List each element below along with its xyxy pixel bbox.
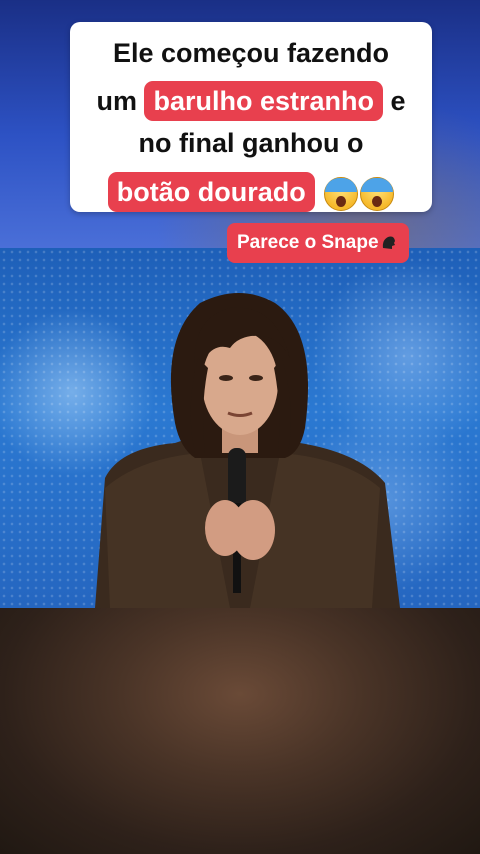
blurred-bottom-background bbox=[0, 608, 480, 854]
screaming-face-icon bbox=[324, 176, 359, 211]
caption-line-2-prefix: um bbox=[96, 86, 137, 116]
caption-card: Ele começou fazendo um barulho estranho … bbox=[70, 22, 432, 212]
snape-label: Parece o Snape bbox=[227, 223, 409, 263]
video-frame bbox=[0, 248, 480, 608]
caption-line-4: botão dourado bbox=[70, 172, 432, 212]
caption-line-1: Ele começou fazendo bbox=[112, 38, 390, 68]
snape-label-text: Parece o Snape bbox=[237, 232, 379, 253]
caption-line-2-suffix: e bbox=[390, 86, 406, 116]
caption-line-3: no final ganhou o bbox=[138, 128, 364, 158]
speaking-head-icon bbox=[382, 236, 395, 249]
highlight-botao-dourado: botão dourado bbox=[107, 172, 315, 212]
caption-line-2: um barulho estranho e bbox=[70, 81, 432, 121]
screaming-face-icon bbox=[360, 176, 395, 211]
highlight-barulho-estranho: barulho estranho bbox=[144, 81, 383, 121]
performer-figure bbox=[95, 293, 400, 608]
